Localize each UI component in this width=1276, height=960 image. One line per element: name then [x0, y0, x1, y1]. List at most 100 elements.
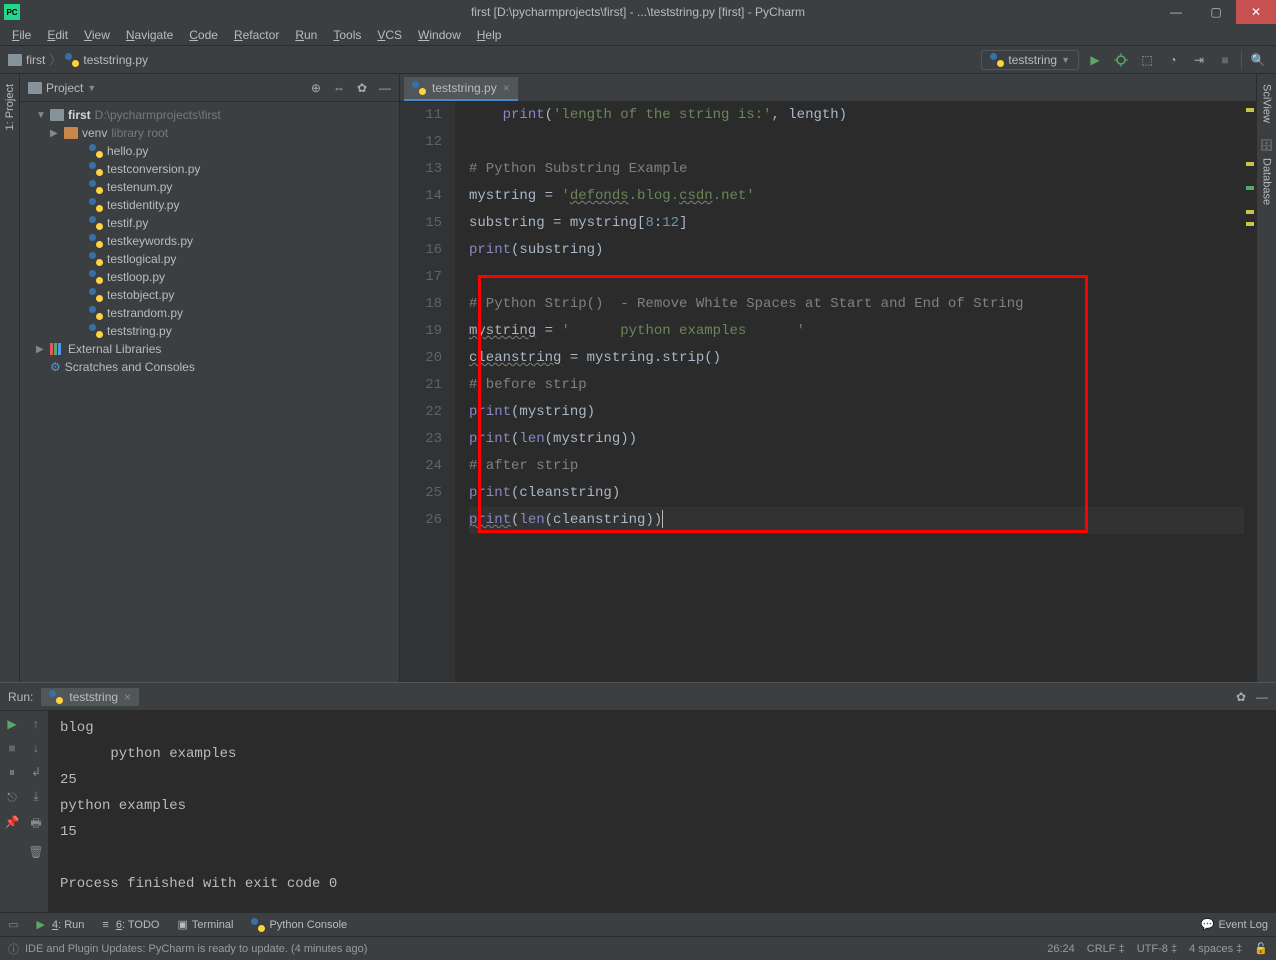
pin-icon[interactable]: 📌	[5, 815, 20, 829]
settings-icon[interactable]: ✿	[1236, 690, 1246, 704]
menu-tools[interactable]: Tools	[327, 26, 367, 44]
code-line-25[interactable]: print(cleanstring)	[469, 480, 1256, 507]
tree-file-testidentity-py[interactable]: testidentity.py	[20, 196, 399, 214]
run-coverage-button[interactable]: ⬚	[1137, 50, 1157, 70]
menu-view[interactable]: View	[78, 26, 116, 44]
project-toolwindow-tab[interactable]: 1: Project	[4, 78, 16, 136]
tree-file-testif-py[interactable]: testif.py	[20, 214, 399, 232]
menu-navigate[interactable]: Navigate	[120, 26, 179, 44]
menu-vcs[interactable]: VCS	[371, 26, 408, 44]
file-encoding[interactable]: UTF-8 ‡	[1137, 943, 1177, 955]
print-icon[interactable]: 🖶	[30, 814, 41, 835]
code-line-22[interactable]: print(mystring)	[469, 399, 1256, 426]
exit-icon[interactable]: ⎋	[7, 790, 17, 805]
maximize-button[interactable]: ▢	[1196, 0, 1236, 24]
code-line-20[interactable]: cleanstring = mystring.strip()	[469, 345, 1256, 372]
code-line-15[interactable]: substring = mystring[8:12]	[469, 210, 1256, 237]
sidebar-title[interactable]: Project	[46, 81, 83, 95]
console-output[interactable]: blog python examples 25 python examples …	[48, 711, 1276, 912]
tree-file-testlogical-py[interactable]: testlogical.py	[20, 250, 399, 268]
indent-setting[interactable]: 4 spaces ‡	[1189, 943, 1242, 955]
tree-file-testconversion-py[interactable]: testconversion.py	[20, 160, 399, 178]
code-line-14[interactable]: mystring = 'defonds.blog.csdn.net'	[469, 183, 1256, 210]
locate-icon[interactable]: ⊕	[311, 81, 321, 95]
tree-file-teststring-py[interactable]: teststring.py	[20, 322, 399, 340]
tree-external-libraries[interactable]: ▶ External Libraries	[20, 340, 399, 358]
python-file-icon	[990, 53, 1004, 67]
rerun-icon[interactable]: ▶	[7, 717, 16, 731]
menu-help[interactable]: Help	[471, 26, 508, 44]
tree-file-testobject-py[interactable]: testobject.py	[20, 286, 399, 304]
python-file-icon	[49, 690, 63, 704]
run-tab[interactable]: teststring ×	[41, 688, 139, 706]
menu-refactor[interactable]: Refactor	[228, 26, 285, 44]
terminal-toolwindow-button[interactable]: ▣Terminal	[177, 918, 233, 931]
caret-position[interactable]: 26:24	[1047, 943, 1075, 955]
stop-button[interactable]: ■	[1215, 50, 1235, 70]
run-tab-label: teststring	[69, 690, 118, 704]
code-line-26[interactable]: print(len(cleanstring))	[469, 507, 1256, 534]
dropdown-icon[interactable]: ▼	[87, 83, 96, 93]
hide-icon[interactable]: —	[1256, 690, 1268, 704]
python-file-icon	[412, 81, 426, 95]
database-toolwindow-tab[interactable]: Database	[1261, 152, 1273, 211]
tree-scratches[interactable]: ⚙ Scratches and Consoles	[20, 358, 399, 376]
menu-code[interactable]: Code	[183, 26, 224, 44]
code-line-19[interactable]: mystring = ' python examples '	[469, 318, 1256, 345]
menu-run[interactable]: Run	[289, 26, 323, 44]
breadcrumb-file[interactable]: teststring.py	[83, 53, 148, 67]
breadcrumb[interactable]: first 〉 teststring.py	[8, 51, 148, 68]
code-line-17[interactable]	[469, 264, 1256, 291]
profile-button[interactable]: ◔	[1163, 50, 1183, 70]
code-line-24[interactable]: # after strip	[469, 453, 1256, 480]
settings-icon[interactable]: ✿	[357, 81, 367, 95]
info-icon[interactable]: ⓘ	[8, 941, 19, 957]
pause-icon[interactable]: ⏸	[9, 765, 15, 780]
readonly-lock-icon[interactable]: 🔓	[1254, 942, 1268, 955]
tree-venv[interactable]: ▶ venv library root	[20, 124, 399, 142]
collapse-icon[interactable]: ⇔	[333, 81, 345, 95]
run-toolwindow-button[interactable]: ▶ 4: 4: RunRun	[36, 918, 84, 931]
toolwindow-menu-icon[interactable]: ▭	[8, 918, 18, 931]
event-log-button[interactable]: 💬Event Log	[1201, 918, 1268, 931]
tree-file-testloop-py[interactable]: testloop.py	[20, 268, 399, 286]
tree-file-testkeywords-py[interactable]: testkeywords.py	[20, 232, 399, 250]
hide-icon[interactable]: —	[379, 81, 391, 95]
menu-file[interactable]: File	[6, 26, 37, 44]
tree-file-testenum-py[interactable]: testenum.py	[20, 178, 399, 196]
sciview-toolwindow-tab[interactable]: SciView	[1261, 78, 1273, 129]
code-line-18[interactable]: # Python Strip() - Remove White Spaces a…	[469, 291, 1256, 318]
menu-edit[interactable]: Edit	[41, 26, 74, 44]
line-separator[interactable]: CRLF ‡	[1087, 943, 1125, 955]
search-everywhere-button[interactable]: 🔍	[1248, 50, 1268, 70]
code-line-16[interactable]: print(substring)	[469, 237, 1256, 264]
minimize-button[interactable]: —	[1156, 0, 1196, 24]
scroll-icon[interactable]: ⤓	[33, 789, 38, 804]
wrap-icon[interactable]: ↲	[31, 765, 41, 779]
run-configuration-selector[interactable]: teststring ▼	[981, 50, 1079, 70]
code-line-13[interactable]: # Python Substring Example	[469, 156, 1256, 183]
run-button[interactable]: ▶	[1085, 50, 1105, 70]
tree-root[interactable]: ▼ first D:\pycharmprojects\first	[20, 106, 399, 124]
tree-file-testrandom-py[interactable]: testrandom.py	[20, 304, 399, 322]
tree-file-hello-py[interactable]: hello.py	[20, 142, 399, 160]
close-tab-icon[interactable]: ×	[124, 690, 131, 704]
code-line-11[interactable]: print('length of the string is:', length…	[469, 102, 1256, 129]
code-line-12[interactable]	[469, 129, 1256, 156]
close-tab-icon[interactable]: ×	[503, 81, 510, 95]
breadcrumb-root[interactable]: first	[26, 53, 45, 67]
run-label: Run:	[8, 690, 33, 704]
editor-tab-teststring[interactable]: teststring.py ×	[404, 77, 518, 101]
trash-icon[interactable]: 🗑	[28, 845, 43, 859]
debug-button[interactable]	[1111, 50, 1131, 70]
close-button[interactable]: ✕	[1236, 0, 1276, 24]
down-icon[interactable]: ↓	[33, 741, 39, 755]
todo-toolwindow-button[interactable]: ≡ 6: TODO6: TODO	[102, 919, 159, 931]
up-icon[interactable]: ↑	[33, 717, 39, 731]
code-line-23[interactable]: print(len(mystring))	[469, 426, 1256, 453]
python-console-toolwindow-button[interactable]: Python Console	[251, 918, 347, 932]
code-line-21[interactable]: # before strip	[469, 372, 1256, 399]
stop-icon[interactable]: ■	[8, 741, 15, 755]
menu-window[interactable]: Window	[412, 26, 467, 44]
attach-button[interactable]: ⇥	[1189, 50, 1209, 70]
